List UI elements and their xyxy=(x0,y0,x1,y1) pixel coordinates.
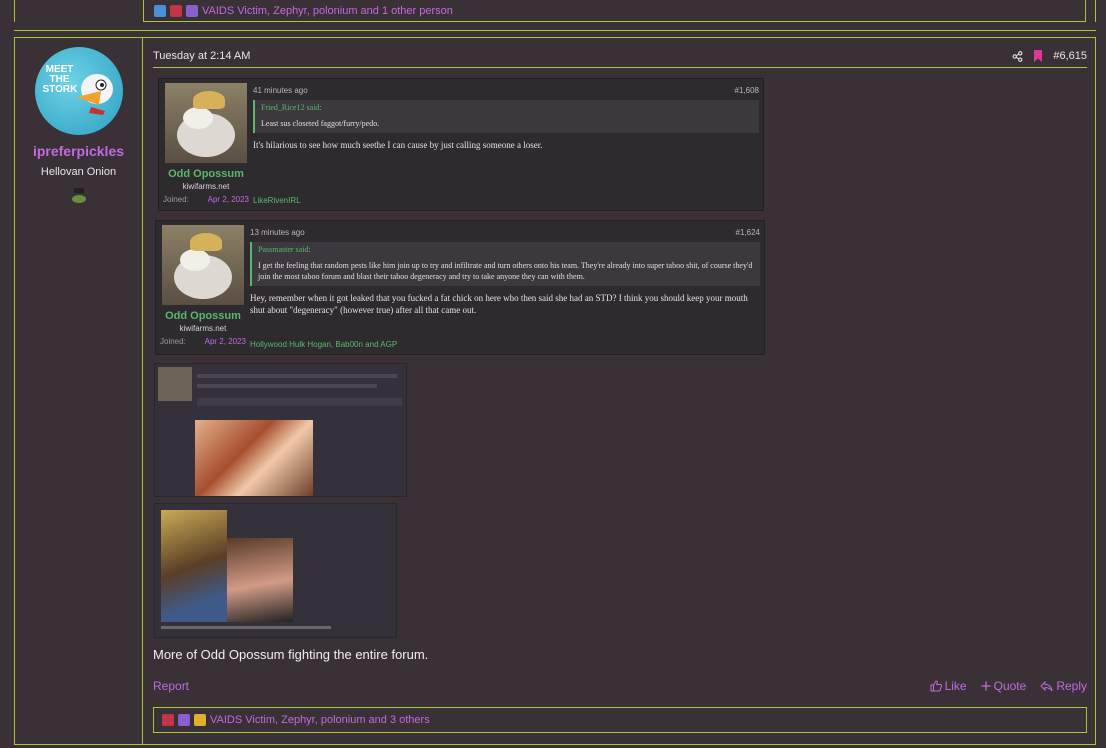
prev-post-bottom-border xyxy=(14,30,1096,31)
user-badge-icon xyxy=(70,188,87,203)
post-header-divider xyxy=(153,67,1087,68)
screenshot-time: 41 minutes ago xyxy=(253,86,308,95)
share-icon[interactable] xyxy=(1012,50,1023,62)
screenshot-quote-author: Passmaster said: xyxy=(258,245,311,254)
mini-text-line xyxy=(197,398,402,406)
screenshot-joined-date: Apr 2, 2023 xyxy=(207,195,249,204)
screenshot-user-title: kiwifarms.net xyxy=(182,182,230,191)
screenshot-quote-text: I get the feeling that random pests like… xyxy=(258,261,753,281)
screenshot-quote-text: Least sus closeted faggot/furry/pedo. xyxy=(261,119,380,128)
screenshot-username: Odd Opossum xyxy=(168,168,244,180)
screenshot-joined-date: Apr 2, 2023 xyxy=(204,337,246,346)
post-reactions-bar[interactable]: VAIDS Victim, Zephyr, polonium and 3 oth… xyxy=(153,707,1087,733)
screenshot-reactions: LikeRivenIRL xyxy=(253,196,301,205)
quote-button[interactable]: Quote xyxy=(981,679,1027,693)
screenshot-post-main: 41 minutes ago #1,608 Fried_Rice12 said:… xyxy=(253,79,759,151)
user-title: Hellovan Onion xyxy=(40,166,117,178)
photo xyxy=(161,510,227,622)
photo xyxy=(227,538,293,622)
report-link[interactable]: Report xyxy=(153,679,189,693)
reaction-emoji-icon xyxy=(170,4,182,17)
opossum-avatar xyxy=(162,225,244,305)
bookmark-icon[interactable] xyxy=(1033,50,1043,62)
screenshot-post-header: 41 minutes ago #1,608 xyxy=(253,86,759,95)
embedded-image[interactable] xyxy=(154,363,407,497)
screenshot-number: #1,624 xyxy=(735,228,760,237)
stork-icon xyxy=(76,74,113,115)
opossum-avatar xyxy=(165,83,247,163)
screenshot-joined: Joined: Apr 2, 2023 xyxy=(163,195,249,204)
avatar[interactable]: MEET THE STORK xyxy=(34,47,123,135)
photo xyxy=(195,420,313,496)
reply-button[interactable]: Reply xyxy=(1040,679,1087,693)
screenshot-number: #1,608 xyxy=(734,86,759,95)
quote-label: Quote xyxy=(993,679,1027,693)
embedded-screenshot: Odd Opossum kiwifarms.net Joined: Apr 2,… xyxy=(155,220,765,355)
forum-post: MEET THE STORK ipreferpickles Hellovan O… xyxy=(14,37,1096,745)
screenshot-username: Odd Opossum xyxy=(165,310,241,322)
screenshot-body-text: Hey, remember when it got leaked that yo… xyxy=(250,293,748,315)
reaction-emoji-icon xyxy=(178,714,190,726)
reaction-emoji-icon xyxy=(194,714,206,726)
screenshot-time: 13 minutes ago xyxy=(250,228,305,237)
screenshot-quote-author: Fried_Rice12 said: xyxy=(261,103,322,112)
screenshot-joined-label: Joined: xyxy=(163,195,189,204)
screenshot-body-text: It's hilarious to see how much seethe I … xyxy=(253,140,543,150)
embedded-image[interactable] xyxy=(154,503,397,638)
reaction-emoji-icon xyxy=(162,714,174,726)
embedded-screenshot: Odd Opossum kiwifarms.net Joined: Apr 2,… xyxy=(158,78,764,211)
mini-text-line xyxy=(161,626,331,629)
reaction-emoji-icon xyxy=(154,4,166,17)
reply-label: Reply xyxy=(1056,679,1087,693)
mini-text-line xyxy=(197,384,377,388)
screenshot-post-main: 13 minutes ago #1,624 Passmaster said: I… xyxy=(250,221,760,316)
mini-avatar xyxy=(158,367,192,401)
post-header: Tuesday at 2:14 AM #6,615 xyxy=(153,47,1087,65)
like-button[interactable]: Like xyxy=(930,679,967,693)
prev-post-reactions-text[interactable]: VAIDS Victim, Zephyr, polonium and 1 oth… xyxy=(202,5,453,17)
post-content: Tuesday at 2:14 AM #6,615 Odd Opossum ki… xyxy=(153,38,1095,744)
screenshot-user-block: Odd Opossum kiwifarms.net Joined: Apr 2,… xyxy=(160,225,246,346)
like-label: Like xyxy=(944,679,967,693)
screenshot-user-block: Odd Opossum kiwifarms.net Joined: Apr 2,… xyxy=(163,83,249,204)
prev-post-right-border xyxy=(1095,0,1096,22)
prev-post-left-border xyxy=(14,0,15,22)
mini-text-line xyxy=(197,374,397,378)
screenshot-quote: Passmaster said: I get the feeling that … xyxy=(250,242,760,286)
post-user-column: MEET THE STORK ipreferpickles Hellovan O… xyxy=(15,38,143,744)
reply-icon xyxy=(1040,680,1053,691)
post-number[interactable]: #6,615 xyxy=(1053,50,1087,62)
prev-post-reactions-bar[interactable]: VAIDS Victim, Zephyr, polonium and 1 oth… xyxy=(143,0,1086,22)
post-reactions-text[interactable]: VAIDS Victim, Zephyr, polonium and 3 oth… xyxy=(210,714,430,726)
like-icon xyxy=(930,680,942,692)
screenshot-joined: Joined: Apr 2, 2023 xyxy=(160,337,246,346)
post-date[interactable]: Tuesday at 2:14 AM xyxy=(153,50,250,62)
screenshot-quote: Fried_Rice12 said: Least sus closeted fa… xyxy=(253,100,759,133)
quote-icon xyxy=(981,681,991,691)
username[interactable]: ipreferpickles xyxy=(33,143,124,159)
reaction-emoji-icon xyxy=(186,4,198,17)
screenshot-reactions: Hollywood Hulk Hogan, Bab00n and AGP xyxy=(250,340,398,349)
post-actions: Report Like Quote Reply xyxy=(153,679,1087,693)
post-body-text: More of Odd Opossum fighting the entire … xyxy=(153,647,429,662)
screenshot-post-header: 13 minutes ago #1,624 xyxy=(250,228,760,237)
screenshot-joined-label: Joined: xyxy=(160,337,186,346)
screenshot-user-title: kiwifarms.net xyxy=(179,324,227,333)
